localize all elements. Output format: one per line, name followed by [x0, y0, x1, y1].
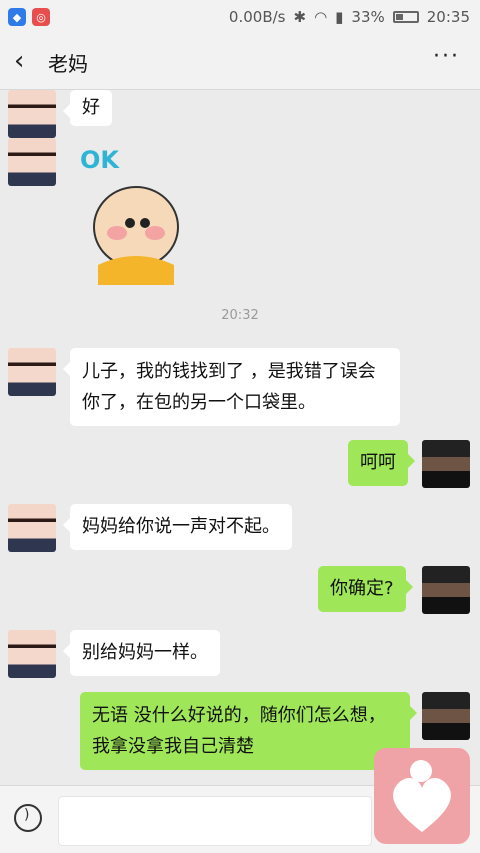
- son-avatar[interactable]: [422, 566, 470, 614]
- mom-avatar[interactable]: [8, 504, 56, 552]
- wifi-icon: ◠: [314, 8, 328, 26]
- clock: 20:35: [426, 8, 470, 26]
- heart-shape: [393, 777, 451, 832]
- network-speed: 0.00B/s: [228, 8, 286, 26]
- shield-app-icon: ◆: [8, 8, 26, 26]
- chat-title: 老妈: [48, 52, 88, 76]
- message-input[interactable]: [58, 796, 372, 846]
- sticker-ok-text: OK: [80, 146, 120, 174]
- status-bar: ◆ ◎ 0.00B/s ✱ ◠ ▮ 33% 20:35: [0, 0, 480, 34]
- signal-icon: ▮: [335, 8, 344, 26]
- battery-percent: 33%: [351, 8, 385, 26]
- message-bubble[interactable]: 别给妈妈一样。: [63, 630, 220, 676]
- battery-icon: [392, 11, 419, 23]
- son-avatar[interactable]: [422, 440, 470, 488]
- message-bubble[interactable]: 儿子，我的钱找到了 ，是我错了误会你了，在包的另一个口袋里。: [63, 348, 400, 426]
- chevron-left-icon[interactable]: ‹: [14, 46, 24, 76]
- more-options-icon[interactable]: ···: [433, 44, 460, 69]
- message-bubble[interactable]: 好: [63, 90, 112, 126]
- mom-avatar[interactable]: [8, 138, 56, 186]
- mom-avatar[interactable]: [8, 630, 56, 678]
- message-bubble[interactable]: 你确定?: [318, 566, 413, 612]
- floating-heart-widget[interactable]: [374, 748, 470, 844]
- chat-header: ‹ 老妈 ···: [0, 34, 480, 90]
- timestamp: 20:32: [221, 308, 259, 323]
- music-app-icon: ◎: [32, 8, 50, 26]
- message-bubble[interactable]: 无语 没什么好说的，随你们怎么想，我拿没拿我自己清楚: [80, 692, 417, 770]
- mom-avatar[interactable]: [8, 348, 56, 396]
- message-bubble[interactable]: 妈妈给你说一声对不起。: [63, 504, 292, 550]
- message-bubble[interactable]: 呵呵: [348, 440, 415, 486]
- chat-area[interactable]: 好 OK 20:32 儿子，我的钱找到了 ，是我错了误会你了，在包的另一个口袋里…: [0, 90, 480, 785]
- ok-sticker[interactable]: OK: [78, 135, 192, 285]
- mom-avatar[interactable]: [8, 90, 56, 138]
- bluetooth-icon: ✱: [293, 8, 307, 26]
- voice-input-icon[interactable]: [14, 804, 42, 832]
- son-avatar[interactable]: [422, 692, 470, 740]
